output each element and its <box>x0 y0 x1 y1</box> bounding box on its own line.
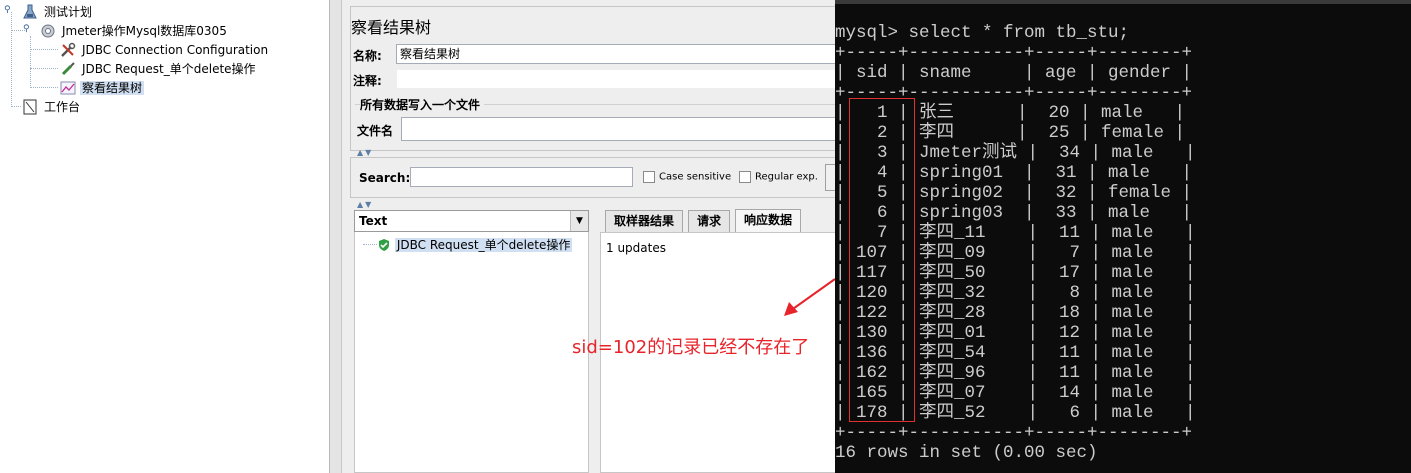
renderer-value: Text <box>359 214 388 228</box>
collapse-arrows-icon[interactable]: ▲▼ <box>357 200 373 209</box>
sid-highlight-box <box>849 98 915 422</box>
tree-item-label: JDBC Connection Configuration <box>82 42 269 57</box>
case-sensitive-checkbox[interactable]: Case sensitive <box>643 171 731 183</box>
filename-field[interactable] <box>401 117 842 141</box>
success-shield-icon <box>377 238 391 252</box>
name-field[interactable]: 察看结果树 <box>396 44 842 64</box>
annotation-arrow <box>784 278 836 316</box>
response-text: 1 updates <box>606 241 666 255</box>
checkbox-box <box>739 171 751 183</box>
search-input[interactable] <box>410 167 633 187</box>
tree-item-label: 察看结果树 <box>80 80 145 95</box>
renderer-select[interactable]: Text ▼ <box>354 210 589 232</box>
pipette-icon <box>60 61 76 77</box>
tree-item-test-plan[interactable]: 测试计划 <box>22 2 94 20</box>
file-group-title: 所有数据写入一个文件 <box>360 96 485 113</box>
console-footer: 16 rows in set (0.00 sec) <box>835 443 1098 463</box>
chart-icon <box>60 80 76 96</box>
tab-sampler-result[interactable]: 取样器结果 <box>605 210 684 232</box>
filename-label: 文件名 <box>357 124 394 138</box>
gear-icon <box>40 23 56 39</box>
comment-label: 注释: <box>353 74 382 88</box>
tree-item-view-results-tree[interactable]: 察看结果树 <box>60 78 145 96</box>
test-plan-icon <box>22 4 38 20</box>
result-item[interactable]: JDBC Request_单个delete操作 <box>377 236 573 253</box>
tree-item-workbench[interactable]: 工作台 <box>22 97 82 115</box>
search-label: Search: <box>359 171 411 185</box>
tree-toggle-expanded[interactable]: ⚲ <box>4 6 12 15</box>
tree-item-label: Jmeter操作Mysql数据库0305 <box>62 23 227 38</box>
tree-toggle-expanded[interactable]: ⚲ <box>23 25 31 34</box>
notebook-icon <box>22 99 38 115</box>
console-separator: +-----+-----------+-----+--------+ <box>835 43 1193 63</box>
tree-item-jdbc-connection-config[interactable]: JDBC Connection Configuration <box>60 40 270 58</box>
tab-response-data[interactable]: 响应数据 <box>735 209 802 232</box>
checkbox-label: Case sensitive <box>659 171 732 183</box>
mysql-console[interactable]: mysql> select * from tb_stu; +-----+----… <box>835 0 1411 473</box>
tree-item-label: 工作台 <box>44 99 81 114</box>
console-top-border <box>835 0 1411 4</box>
chevron-down-icon[interactable]: ▼ <box>570 211 588 231</box>
checkbox-label: Regular exp. <box>755 171 818 183</box>
name-label: 名称: <box>353 49 382 63</box>
checkbox-box <box>643 171 655 183</box>
tree-item-jdbc-request[interactable]: JDBC Request_单个delete操作 <box>60 59 258 77</box>
splitter[interactable] <box>330 0 342 473</box>
console-command: mysql> select * from tb_stu; <box>835 23 1130 43</box>
tree-item-label: 测试计划 <box>44 4 93 19</box>
comment-field[interactable] <box>396 69 842 89</box>
tree-line <box>363 244 377 245</box>
annotation-text: sid=102的记录已经不存在了 <box>572 337 810 358</box>
wrench-screwdriver-icon <box>60 42 76 58</box>
tree-item-label: JDBC Request_单个delete操作 <box>82 61 256 76</box>
result-item-label: JDBC Request_单个delete操作 <box>394 238 573 252</box>
collapse-arrows-icon[interactable]: ▲▼ <box>357 148 373 157</box>
regex-checkbox[interactable]: Regular exp. <box>739 171 818 183</box>
tab-request[interactable]: 请求 <box>688 210 731 232</box>
test-plan-tree[interactable]: ⚲ ⚲ 测试计划 Jmeter操作Mysql数据库0305 JDBC Conne… <box>0 0 330 473</box>
tree-item-thread-group[interactable]: Jmeter操作Mysql数据库0305 <box>40 21 229 39</box>
results-list[interactable]: JDBC Request_单个delete操作 <box>354 232 589 473</box>
console-header: | sid | sname | age | gender | <box>835 63 1193 83</box>
console-separator: +-----+-----------+-----+--------+ <box>835 423 1193 443</box>
view-results-tree-panel: 察看结果树 名称: 察看结果树 注释: 所有数据写入一个文件 文件名 ▲▼ Se… <box>342 0 842 473</box>
page-title: 察看结果树 <box>351 18 432 37</box>
